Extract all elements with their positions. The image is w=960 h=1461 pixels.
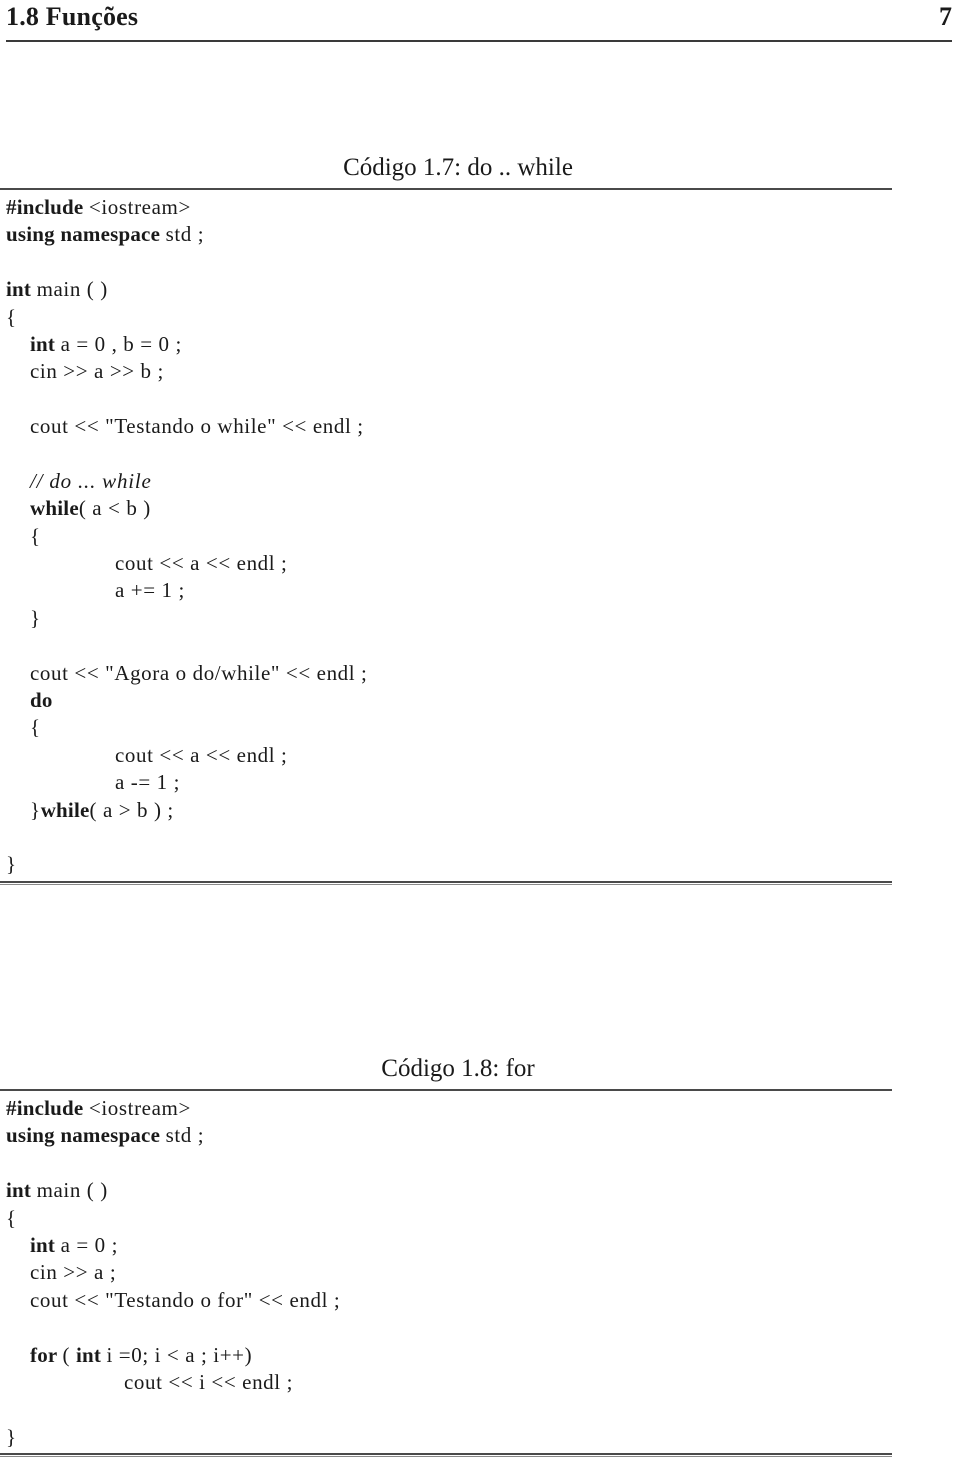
- code-line: }while( a > b ) ;: [0, 797, 892, 824]
- code-line: using namespace std ;: [0, 221, 892, 248]
- code-keyword: do: [30, 688, 53, 713]
- code-line: #include <iostream>: [0, 1095, 892, 1122]
- code-line: while( a < b ): [0, 495, 892, 522]
- code-line: cout << "Testando o for" << endl ;: [0, 1287, 892, 1314]
- code-keyword: for: [30, 1342, 63, 1367]
- code-text: }: [30, 605, 41, 630]
- code-text: }: [6, 1424, 17, 1449]
- code-comment: // do ... while: [30, 468, 152, 493]
- code-text: }: [30, 797, 41, 822]
- page-number: 7: [939, 2, 952, 31]
- code-line: cout << i << endl ;: [0, 1369, 892, 1396]
- code-keyword: using namespace: [6, 222, 166, 247]
- code-text: cout << a << endl ;: [115, 551, 288, 576]
- code-keyword: int: [6, 1178, 37, 1203]
- code-text: std ;: [165, 1123, 205, 1148]
- code-line: }: [0, 1424, 892, 1451]
- code-line: int a = 0 , b = 0 ;: [0, 331, 892, 358]
- code-line: for ( int i =0; i < a ; i++): [0, 1342, 892, 1369]
- code-text: a -= 1 ;: [115, 770, 181, 795]
- code-keyword: int: [6, 277, 37, 302]
- code-keyword: #include: [6, 195, 89, 219]
- code-text: {: [30, 715, 41, 740]
- code-line: cout << a << endl ;: [0, 742, 892, 769]
- code-line: a += 1 ;: [0, 577, 892, 604]
- code-text: <iostream>: [88, 1096, 191, 1120]
- code-line: int main ( ): [0, 1177, 892, 1204]
- code-keyword: int: [30, 331, 61, 356]
- code-line: do: [0, 687, 892, 714]
- page-title: 1.8 Funções: [6, 2, 139, 31]
- listing-caption-text: Código 1.8: for: [381, 1055, 535, 1082]
- listing-top-rule: [0, 1089, 892, 1091]
- listing-bottom-rule: [0, 880, 892, 885]
- code-text: cout << "Testando o for" << endl ;: [30, 1287, 341, 1312]
- code-listing-for: Código 1.8: for #include <iostream> using…: [0, 1053, 892, 1458]
- code-text: <iostream>: [88, 195, 191, 219]
- header-divider: [6, 40, 952, 42]
- code-line: cout << "Agora o do/while" << endl ;: [0, 660, 892, 687]
- code-text: }: [6, 852, 17, 877]
- code-keyword: using namespace: [6, 1123, 166, 1148]
- code-text: (: [62, 1342, 76, 1367]
- code-text: main ( ): [36, 1178, 108, 1203]
- code-text: {: [6, 1205, 17, 1230]
- code-keyword: while: [30, 496, 79, 521]
- code-text: a = 0 , b = 0 ;: [60, 331, 182, 356]
- code-line: int main ( ): [0, 276, 892, 303]
- code-text: ( a < b ): [78, 496, 151, 521]
- code-line: {: [0, 714, 892, 741]
- code-block: #include <iostream> using namespace std ;…: [0, 1091, 892, 1453]
- code-text: {: [30, 523, 41, 548]
- code-keyword: #include: [6, 1096, 89, 1120]
- code-keyword: while: [40, 797, 90, 822]
- listing-top-rule: [0, 188, 892, 190]
- code-text: cout << a << endl ;: [115, 742, 288, 767]
- code-text: main ( ): [36, 277, 108, 302]
- code-line: #include <iostream>: [0, 194, 892, 221]
- code-text: cin >> a ;: [30, 1260, 117, 1285]
- code-line: {: [0, 1205, 892, 1232]
- listing-bottom-rule: [0, 1453, 892, 1458]
- code-text: ( a > b ) ;: [89, 797, 174, 822]
- code-line: cin >> a >> b ;: [0, 358, 892, 385]
- running-header: 1.8 Funções 7: [6, 2, 952, 42]
- listing-caption: Código 1.8: for: [0, 1053, 892, 1087]
- code-block: #include <iostream> using namespace std ;…: [0, 190, 892, 881]
- code-line: {: [0, 523, 892, 550]
- code-keyword: int: [75, 1342, 107, 1367]
- code-line: a -= 1 ;: [0, 769, 892, 796]
- code-text: a = 0 ;: [60, 1232, 119, 1257]
- code-text: i =0; i < a ; i++): [106, 1342, 253, 1367]
- listing-caption-text: Código 1.7: do .. while: [343, 154, 573, 181]
- code-line: cout << "Testando o while" << endl ;: [0, 413, 892, 440]
- code-line: cout << a << endl ;: [0, 550, 892, 577]
- code-text: cout << "Agora o do/while" << endl ;: [30, 660, 368, 685]
- code-line: int a = 0 ;: [0, 1232, 892, 1259]
- code-text: cout << "Testando o while" << endl ;: [30, 414, 364, 439]
- code-listing-do-while: Código 1.7: do .. while #include <iostre…: [0, 152, 892, 885]
- code-line: using namespace std ;: [0, 1122, 892, 1149]
- code-text: cin >> a >> b ;: [30, 359, 164, 384]
- code-text: {: [6, 304, 17, 329]
- code-text: cout << i << endl ;: [124, 1369, 294, 1394]
- code-line: {: [0, 304, 892, 331]
- code-text: a += 1 ;: [115, 578, 185, 603]
- code-line: }: [0, 605, 892, 632]
- code-line: }: [0, 851, 892, 878]
- code-line: // do ... while: [0, 468, 892, 495]
- code-line: cin >> a ;: [0, 1259, 892, 1286]
- code-keyword: int: [30, 1232, 61, 1257]
- code-text: std ;: [165, 222, 205, 247]
- listing-caption: Código 1.7: do .. while: [0, 152, 892, 186]
